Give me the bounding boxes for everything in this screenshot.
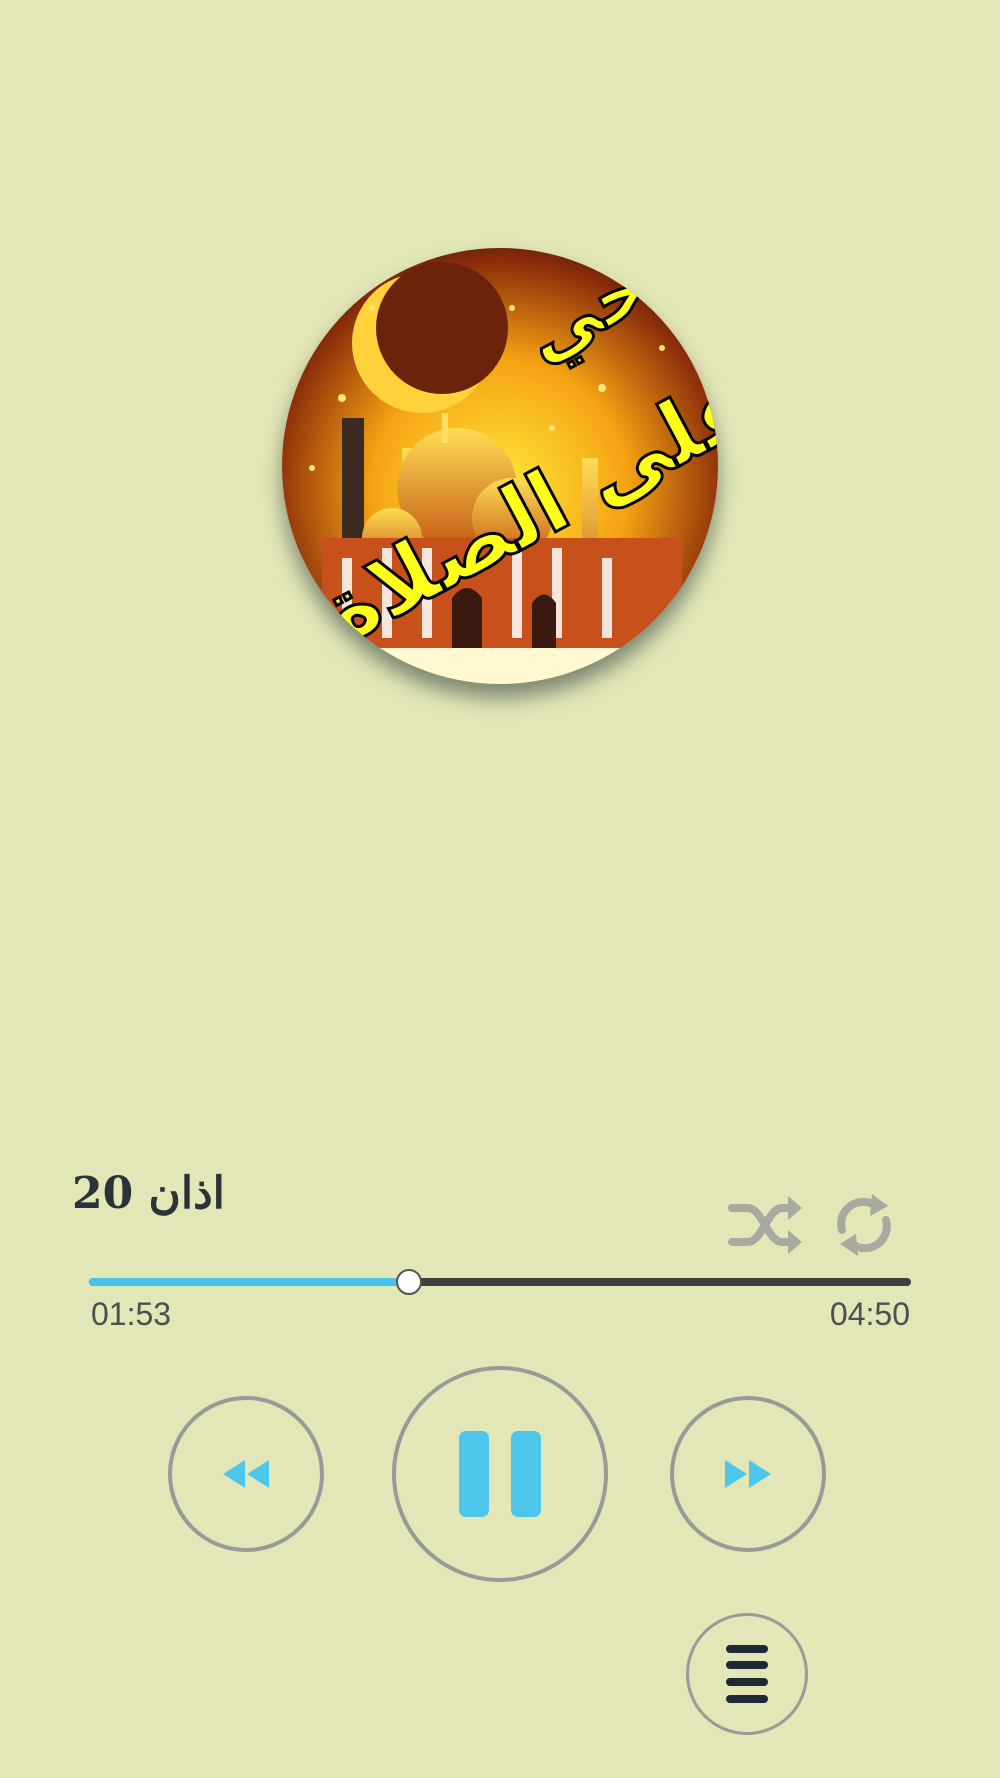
seek-bar-thumb[interactable] — [395, 1269, 422, 1295]
seek-bar-played — [89, 1278, 409, 1286]
album-artwork: حي على الصلاة — [282, 248, 718, 684]
seek-bar[interactable] — [89, 1269, 911, 1295]
fast-forward-button[interactable] — [670, 1396, 826, 1552]
elapsed-time: 01:53 — [91, 1296, 172, 1332]
mosque-illustration — [282, 248, 718, 684]
fast-forward-icon — [725, 1460, 771, 1488]
rewind-button[interactable] — [168, 1396, 324, 1552]
playlist-menu-button[interactable] — [686, 1613, 808, 1735]
pause-button[interactable] — [392, 1366, 608, 1582]
pause-icon — [459, 1431, 541, 1517]
rewind-icon — [223, 1460, 269, 1488]
repeat-icon — [837, 1194, 891, 1256]
track-title: اذان 20 — [72, 1168, 225, 1219]
menu-icon — [726, 1645, 768, 1703]
total-duration: 04:50 — [829, 1296, 910, 1332]
shuffle-button[interactable] — [728, 1192, 804, 1258]
shuffle-icon — [728, 1196, 802, 1254]
repeat-button[interactable] — [832, 1192, 896, 1258]
